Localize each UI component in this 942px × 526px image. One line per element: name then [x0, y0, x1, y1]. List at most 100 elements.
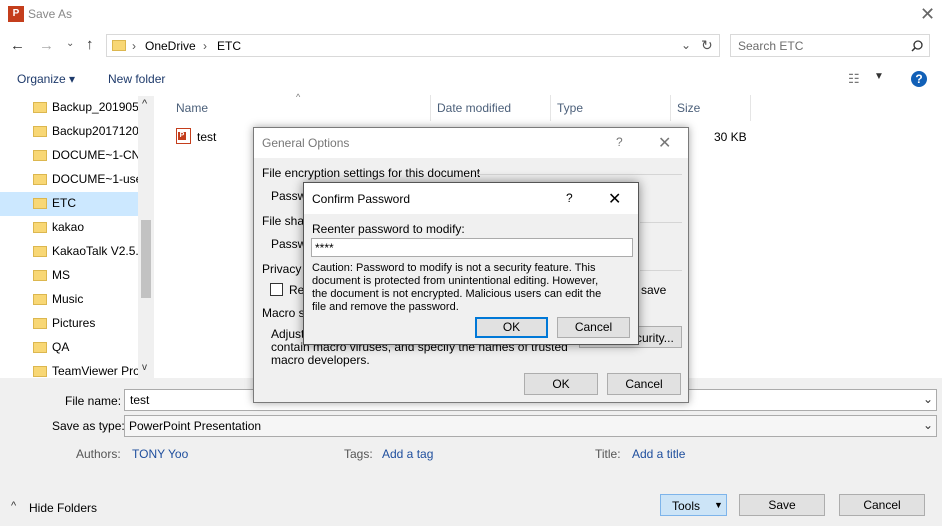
confirm-password-close-icon[interactable]: ✕: [608, 189, 621, 209]
folder-icon: [33, 174, 47, 185]
file-row-name[interactable]: test: [197, 130, 216, 144]
help-icon[interactable]: ?: [911, 71, 927, 87]
hide-folders-button[interactable]: Hide Folders: [29, 501, 97, 515]
recent-locations-chevron-icon[interactable]: ⌄: [66, 38, 74, 49]
search-icon[interactable]: [911, 40, 923, 52]
navigation-pane: Backup_2019052 Backup20171204 DOCUME~1-C…: [0, 96, 154, 378]
sidebar-item-selected[interactable]: ETC: [0, 192, 138, 216]
sidebar-item[interactable]: Backup_2019052: [0, 96, 145, 120]
save-as-type-label: Save as type:: [52, 419, 125, 433]
tools-dropdown-icon[interactable]: ▼: [714, 500, 723, 510]
address-dropdown-icon[interactable]: ⌄: [681, 38, 691, 52]
sidebar-item[interactable]: kakao: [0, 216, 138, 240]
file-name-value: test: [130, 393, 150, 407]
sidebar-item-label: Backup20171204: [52, 124, 146, 138]
save-as-type-select[interactable]: PowerPoint Presentation ⌄: [124, 415, 937, 437]
general-options-title-bar: General Options ? ✕: [254, 128, 688, 158]
column-divider[interactable]: [550, 95, 551, 121]
general-options-close-icon[interactable]: ✕: [658, 133, 671, 153]
title-bar: P Save As ✕: [0, 0, 942, 30]
general-options-help-icon[interactable]: ?: [616, 135, 623, 149]
folder-icon: [33, 270, 47, 281]
column-header-date-modified[interactable]: Date modified: [437, 101, 511, 115]
file-name-label: File name:: [65, 394, 122, 408]
column-header-type[interactable]: Type: [557, 101, 583, 115]
save-as-type-value: PowerPoint Presentation: [129, 419, 262, 433]
confirm-password-title-bar: Confirm Password ? ✕: [304, 183, 638, 214]
confirm-password-help-icon[interactable]: ?: [566, 191, 573, 205]
column-divider[interactable]: [750, 95, 751, 121]
confirm-password-ok-button[interactable]: OK: [475, 317, 548, 338]
privacy-save-label: save: [641, 283, 667, 297]
confirm-password-dialog: Confirm Password ? ✕ Reenter password to…: [303, 182, 639, 345]
forward-arrow-icon[interactable]: →: [39, 37, 54, 54]
caution-text-line2: document is protected from unintentional…: [312, 275, 599, 287]
search-placeholder: Search ETC: [738, 39, 804, 53]
section-divider: [476, 174, 682, 175]
window-close-icon[interactable]: ✕: [920, 4, 935, 25]
sidebar-item[interactable]: Music: [0, 288, 138, 312]
refresh-icon[interactable]: ↻: [701, 37, 713, 54]
back-arrow-icon[interactable]: ←: [10, 37, 25, 54]
tools-label: Tools: [672, 499, 701, 513]
tags-label: Tags:: [344, 447, 373, 461]
sidebar-item-label: Pictures: [52, 316, 96, 330]
authors-value[interactable]: TONY Yoo: [132, 447, 188, 461]
folder-icon: [33, 102, 47, 113]
confirm-password-cancel-button[interactable]: Cancel: [557, 317, 630, 338]
title-label: Title:: [595, 447, 621, 461]
column-divider[interactable]: [430, 95, 431, 121]
powerpoint-badge-icon: P: [178, 132, 186, 140]
save-as-type-dropdown-icon[interactable]: ⌄: [923, 418, 933, 432]
macro-description-line1: Adjust: [271, 327, 305, 341]
sidebar-item-label: Music: [52, 292, 84, 306]
folder-icon: [33, 246, 47, 257]
sidebar-item[interactable]: Pictures: [0, 312, 138, 336]
folder-icon: [33, 366, 47, 377]
scroll-down-chevron-icon[interactable]: v: [142, 362, 147, 373]
sidebar-item[interactable]: Backup20171204: [0, 120, 145, 144]
up-arrow-icon[interactable]: ↑: [86, 36, 94, 53]
folder-icon: [112, 40, 126, 51]
new-folder-button[interactable]: New folder: [108, 72, 165, 86]
breadcrumb-onedrive[interactable]: OneDrive: [145, 39, 196, 53]
title-value[interactable]: Add a title: [632, 447, 685, 461]
column-divider[interactable]: [670, 95, 671, 121]
general-options-ok-button[interactable]: OK: [524, 373, 598, 395]
folder-icon: [33, 294, 47, 305]
sidebar-item[interactable]: KakaoTalk V2.5.7: [0, 240, 145, 264]
address-bar[interactable]: › OneDrive › ETC ⌄ ↻: [106, 34, 720, 57]
reenter-password-input[interactable]: ****: [311, 238, 633, 257]
sidebar-scroll-thumb[interactable]: [141, 220, 151, 298]
tools-button[interactable]: Tools ▼: [660, 494, 727, 516]
sidebar-item[interactable]: MS: [0, 264, 138, 288]
general-options-cancel-button[interactable]: Cancel: [607, 373, 681, 395]
hide-folders-chevron-icon[interactable]: ^: [11, 500, 16, 512]
column-header-size[interactable]: Size: [677, 101, 700, 115]
section-divider: [640, 222, 682, 223]
sort-ascending-icon: ^: [296, 92, 301, 102]
search-input[interactable]: Search ETC: [730, 34, 930, 57]
authors-label: Authors:: [76, 447, 121, 461]
tags-value[interactable]: Add a tag: [382, 447, 433, 461]
password-to-open-label: Passw: [271, 189, 307, 203]
window-title: Save As: [28, 7, 73, 21]
save-button[interactable]: Save: [739, 494, 825, 516]
sidebar-item[interactable]: QA: [0, 336, 138, 360]
folder-icon: [33, 150, 47, 161]
breadcrumb-etc[interactable]: ETC: [217, 39, 241, 53]
scroll-up-chevron-icon[interactable]: ^: [142, 98, 147, 110]
organize-button[interactable]: Organize ▾: [17, 72, 75, 86]
remove-personal-info-checkbox[interactable]: [270, 283, 283, 296]
powerpoint-file-icon: P: [176, 128, 191, 144]
file-name-dropdown-icon[interactable]: ⌄: [923, 392, 933, 406]
cancel-button[interactable]: Cancel: [839, 494, 925, 516]
folder-icon: [33, 126, 47, 137]
sidebar-item[interactable]: DOCUME~1-CN: [0, 144, 140, 168]
view-options-dropdown-icon[interactable]: ▼: [874, 71, 884, 82]
sidebar-item[interactable]: DOCUME~1-use: [0, 168, 142, 192]
column-header-name[interactable]: Name: [176, 101, 208, 115]
sidebar-item[interactable]: TeamViewer Pro: [0, 360, 140, 378]
view-options-icon[interactable]: ☷: [848, 71, 860, 87]
caution-text-line3: the document is not encrypted. Malicious…: [312, 288, 602, 300]
